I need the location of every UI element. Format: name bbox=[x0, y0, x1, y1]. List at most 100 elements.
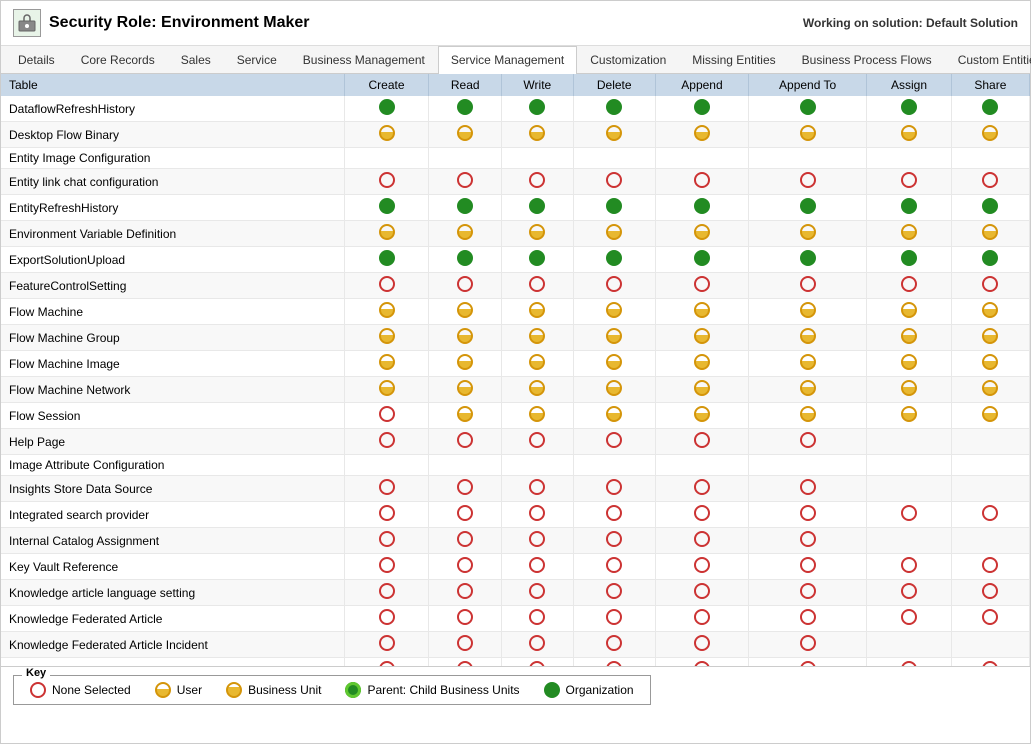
user-permission-icon[interactable] bbox=[606, 328, 622, 344]
cell-create[interactable] bbox=[344, 580, 429, 606]
cell-appendTo[interactable] bbox=[748, 96, 866, 122]
cell-assign[interactable] bbox=[867, 169, 952, 195]
cell-appendTo[interactable] bbox=[748, 502, 866, 528]
cell-share[interactable] bbox=[951, 502, 1029, 528]
cell-share[interactable] bbox=[951, 403, 1029, 429]
cell-write[interactable] bbox=[502, 351, 573, 377]
user-permission-icon[interactable] bbox=[800, 224, 816, 240]
cell-append[interactable] bbox=[655, 122, 748, 148]
cell-delete[interactable] bbox=[573, 351, 655, 377]
cell-create[interactable] bbox=[344, 658, 429, 668]
tab-custom-entities[interactable]: Custom Entities bbox=[945, 46, 1031, 73]
cell-delete[interactable] bbox=[573, 96, 655, 122]
cell-read[interactable] bbox=[429, 195, 502, 221]
cell-append[interactable] bbox=[655, 632, 748, 658]
org-permission-icon[interactable] bbox=[694, 198, 710, 214]
user-permission-icon[interactable] bbox=[982, 302, 998, 318]
cell-create[interactable] bbox=[344, 476, 429, 502]
none-permission-icon[interactable] bbox=[379, 172, 395, 188]
none-permission-icon[interactable] bbox=[457, 583, 473, 599]
cell-append[interactable] bbox=[655, 476, 748, 502]
none-permission-icon[interactable] bbox=[901, 609, 917, 625]
none-permission-icon[interactable] bbox=[694, 432, 710, 448]
user-permission-icon[interactable] bbox=[379, 125, 395, 141]
cell-read[interactable] bbox=[429, 476, 502, 502]
cell-share[interactable] bbox=[951, 273, 1029, 299]
org-permission-icon[interactable] bbox=[606, 198, 622, 214]
cell-read[interactable] bbox=[429, 221, 502, 247]
user-permission-icon[interactable] bbox=[694, 302, 710, 318]
cell-share[interactable] bbox=[951, 377, 1029, 403]
user-permission-icon[interactable] bbox=[457, 224, 473, 240]
cell-delete[interactable] bbox=[573, 273, 655, 299]
cell-read[interactable] bbox=[429, 247, 502, 273]
user-permission-icon[interactable] bbox=[901, 380, 917, 396]
cell-append[interactable] bbox=[655, 429, 748, 455]
cell-appendTo[interactable] bbox=[748, 221, 866, 247]
cell-delete[interactable] bbox=[573, 476, 655, 502]
cell-append[interactable] bbox=[655, 273, 748, 299]
cell-appendTo[interactable] bbox=[748, 377, 866, 403]
user-permission-icon[interactable] bbox=[901, 302, 917, 318]
user-permission-icon[interactable] bbox=[457, 125, 473, 141]
tab-service-management[interactable]: Service Management bbox=[438, 46, 577, 74]
cell-share[interactable] bbox=[951, 632, 1029, 658]
cell-assign[interactable] bbox=[867, 632, 952, 658]
cell-share[interactable] bbox=[951, 148, 1029, 169]
cell-create[interactable] bbox=[344, 273, 429, 299]
cell-write[interactable] bbox=[502, 247, 573, 273]
cell-delete[interactable] bbox=[573, 502, 655, 528]
org-permission-icon[interactable] bbox=[800, 198, 816, 214]
cell-create[interactable] bbox=[344, 169, 429, 195]
cell-read[interactable] bbox=[429, 429, 502, 455]
none-permission-icon[interactable] bbox=[982, 583, 998, 599]
cell-appendTo[interactable] bbox=[748, 351, 866, 377]
org-permission-icon[interactable] bbox=[901, 99, 917, 115]
none-permission-icon[interactable] bbox=[901, 583, 917, 599]
none-permission-icon[interactable] bbox=[529, 505, 545, 521]
cell-write[interactable] bbox=[502, 169, 573, 195]
cell-delete[interactable] bbox=[573, 325, 655, 351]
user-permission-icon[interactable] bbox=[694, 125, 710, 141]
cell-share[interactable] bbox=[951, 351, 1029, 377]
cell-assign[interactable] bbox=[867, 528, 952, 554]
cell-delete[interactable] bbox=[573, 554, 655, 580]
tab-business-process-flows[interactable]: Business Process Flows bbox=[789, 46, 945, 73]
cell-share[interactable] bbox=[951, 122, 1029, 148]
org-permission-icon[interactable] bbox=[694, 250, 710, 266]
org-permission-icon[interactable] bbox=[694, 99, 710, 115]
none-permission-icon[interactable] bbox=[800, 635, 816, 651]
cell-read[interactable] bbox=[429, 148, 502, 169]
cell-append[interactable] bbox=[655, 580, 748, 606]
none-permission-icon[interactable] bbox=[457, 276, 473, 292]
user-permission-icon[interactable] bbox=[529, 380, 545, 396]
user-permission-icon[interactable] bbox=[606, 354, 622, 370]
cell-assign[interactable] bbox=[867, 377, 952, 403]
cell-appendTo[interactable] bbox=[748, 528, 866, 554]
cell-appendTo[interactable] bbox=[748, 403, 866, 429]
cell-share[interactable] bbox=[951, 247, 1029, 273]
user-permission-icon[interactable] bbox=[800, 354, 816, 370]
tab-sales[interactable]: Sales bbox=[168, 46, 224, 73]
cell-read[interactable] bbox=[429, 554, 502, 580]
org-permission-icon[interactable] bbox=[982, 250, 998, 266]
user-permission-icon[interactable] bbox=[901, 354, 917, 370]
user-permission-icon[interactable] bbox=[379, 380, 395, 396]
user-permission-icon[interactable] bbox=[694, 328, 710, 344]
cell-delete[interactable] bbox=[573, 455, 655, 476]
cell-assign[interactable] bbox=[867, 221, 952, 247]
none-permission-icon[interactable] bbox=[606, 276, 622, 292]
tab-missing-entities[interactable]: Missing Entities bbox=[679, 46, 788, 73]
user-permission-icon[interactable] bbox=[800, 302, 816, 318]
none-permission-icon[interactable] bbox=[982, 276, 998, 292]
user-permission-icon[interactable] bbox=[457, 354, 473, 370]
cell-write[interactable] bbox=[502, 96, 573, 122]
cell-appendTo[interactable] bbox=[748, 455, 866, 476]
user-permission-icon[interactable] bbox=[800, 380, 816, 396]
cell-share[interactable] bbox=[951, 221, 1029, 247]
cell-append[interactable] bbox=[655, 554, 748, 580]
cell-assign[interactable] bbox=[867, 299, 952, 325]
cell-assign[interactable] bbox=[867, 403, 952, 429]
cell-write[interactable] bbox=[502, 195, 573, 221]
cell-append[interactable] bbox=[655, 221, 748, 247]
